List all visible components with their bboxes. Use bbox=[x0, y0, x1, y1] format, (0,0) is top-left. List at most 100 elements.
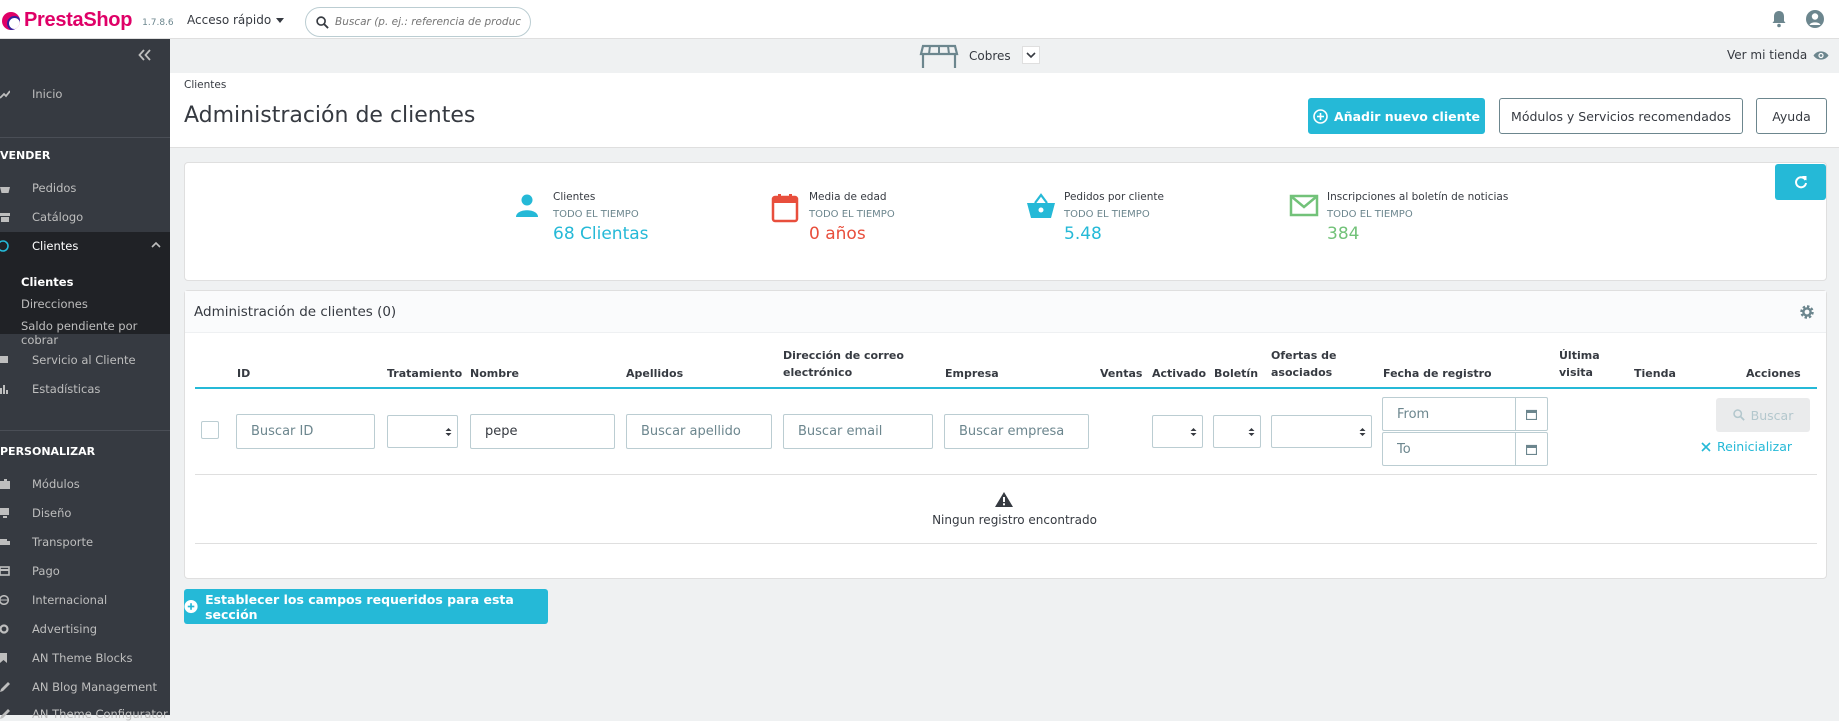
kpi-average-age[interactable]: Media de edad TODO EL TIEMPO 0 años bbox=[771, 191, 895, 244]
filter-company-input[interactable] bbox=[944, 414, 1089, 449]
breadcrumb[interactable]: Clientes bbox=[184, 79, 226, 91]
kpi-customers[interactable]: Clientes TODO EL TIEMPO 68 Clientas bbox=[515, 191, 649, 244]
sidebar-item-label: Inicio bbox=[32, 87, 63, 101]
filter-firstname-input[interactable] bbox=[470, 414, 615, 449]
pencil-icon bbox=[0, 708, 12, 720]
search-box[interactable] bbox=[305, 7, 531, 37]
chevron-up-icon bbox=[151, 241, 161, 248]
sidebar-item-label: Transporte bbox=[32, 535, 94, 549]
kpi-period: TODO EL TIEMPO bbox=[1064, 209, 1150, 220]
collapse-sidebar-icon[interactable] bbox=[138, 49, 152, 61]
col-header-date-add[interactable]: Fecha de registro bbox=[1383, 365, 1492, 382]
col-header-sales[interactable]: Ventas bbox=[1100, 365, 1142, 382]
kpi-value: 68 Clientas bbox=[553, 224, 649, 244]
search-input[interactable] bbox=[335, 16, 521, 28]
quick-access-dropdown[interactable]: Acceso rápido bbox=[187, 13, 285, 27]
date-to-input[interactable] bbox=[1383, 433, 1517, 465]
col-header-last-visit-line1: Última bbox=[1559, 349, 1600, 362]
sidebar-subitem-customers[interactable]: Clientes bbox=[21, 275, 73, 289]
filter-search-button[interactable]: Buscar bbox=[1716, 398, 1810, 432]
filter-date-to[interactable] bbox=[1382, 432, 1548, 466]
col-header-id[interactable]: ID bbox=[237, 365, 250, 382]
col-header-email[interactable]: Dirección de correo electrónico bbox=[783, 347, 904, 381]
kpi-newsletter[interactable]: Inscripciones al boletín de noticias TOD… bbox=[1289, 191, 1508, 244]
shopping-basket-icon bbox=[0, 182, 12, 194]
sidebar-item-home[interactable]: Inicio bbox=[0, 87, 62, 101]
kpi-period: TODO EL TIEMPO bbox=[1327, 209, 1413, 220]
sidebar-item-stats[interactable]: Estadísticas bbox=[0, 382, 100, 396]
select-arrows-icon bbox=[445, 428, 452, 436]
help-button[interactable]: Ayuda bbox=[1756, 98, 1827, 134]
calendar-icon[interactable] bbox=[1515, 398, 1547, 430]
gear-icon[interactable] bbox=[1799, 304, 1815, 320]
kpi-title: Clientes bbox=[553, 191, 596, 203]
header-underline bbox=[195, 387, 1817, 389]
sidebar: Inicio VENDER Pedidos Catálogo Clientes … bbox=[0, 39, 170, 721]
filter-active-select[interactable] bbox=[1152, 415, 1203, 448]
add-circle-icon bbox=[1313, 108, 1328, 124]
filter-optin-select[interactable] bbox=[1271, 415, 1372, 448]
filter-email-input[interactable] bbox=[783, 414, 933, 449]
kpi-value: 384 bbox=[1327, 224, 1360, 244]
filter-reset-button[interactable]: Reinicializar bbox=[1701, 439, 1792, 454]
col-header-active[interactable]: Activado bbox=[1152, 365, 1206, 382]
kpi-orders-per-customer[interactable]: Pedidos por cliente TODO EL TIEMPO 5.48 bbox=[1026, 191, 1164, 244]
sidebar-item-customers[interactable]: Clientes bbox=[0, 239, 170, 253]
select-all-checkbox[interactable] bbox=[201, 421, 219, 439]
sidebar-subitem-outstanding[interactable]: Saldo pendiente por cobrar bbox=[21, 319, 170, 347]
col-header-last-visit[interactable]: Última visita bbox=[1559, 347, 1600, 381]
select-arrows-icon bbox=[1359, 428, 1366, 436]
view-shop-link[interactable]: Ver mi tienda bbox=[1727, 48, 1829, 62]
sidebar-item-shipping[interactable]: Transporte bbox=[0, 535, 93, 549]
chevron-down-icon bbox=[1026, 51, 1036, 58]
user-account-icon[interactable] bbox=[1805, 9, 1825, 29]
sidebar-item-label: Pedidos bbox=[32, 181, 77, 195]
sidebar-subitem-addresses[interactable]: Direcciones bbox=[21, 297, 88, 311]
shop-selector-dropdown[interactable] bbox=[1022, 46, 1040, 64]
prestashop-logo[interactable]: PrestaShop 1.7.8.6 bbox=[2, 9, 174, 32]
filter-lastname-input[interactable] bbox=[626, 414, 772, 449]
desktop-icon bbox=[0, 507, 12, 519]
add-customer-button[interactable]: Añadir nuevo cliente bbox=[1308, 98, 1485, 134]
recommended-modules-button[interactable]: Módulos y Servicios recomendados bbox=[1499, 98, 1743, 134]
filter-title-select[interactable] bbox=[387, 415, 458, 448]
kpi-period: TODO EL TIEMPO bbox=[809, 209, 895, 220]
col-header-lastname[interactable]: Apellidos bbox=[626, 365, 683, 382]
sidebar-item-label: AN Theme Blocks bbox=[32, 651, 133, 665]
set-required-fields-button[interactable]: Establecer los campos requeridos para es… bbox=[184, 589, 548, 624]
notifications-bell-icon[interactable] bbox=[1771, 10, 1787, 28]
sidebar-divider bbox=[0, 137, 170, 138]
filter-id-input[interactable] bbox=[236, 414, 375, 449]
sidebar-item-international[interactable]: Internacional bbox=[0, 593, 107, 607]
sidebar-item-design[interactable]: Diseño bbox=[0, 506, 71, 520]
date-from-input[interactable] bbox=[1383, 398, 1517, 430]
kpi-refresh-button[interactable] bbox=[1775, 164, 1826, 200]
col-header-optin[interactable]: Ofertas de asociados bbox=[1271, 347, 1336, 381]
sidebar-item-an-theme-blocks[interactable]: AN Theme Blocks bbox=[0, 651, 133, 665]
col-header-shop[interactable]: Tienda bbox=[1634, 365, 1676, 382]
sidebar-item-an-blog[interactable]: AN Blog Management bbox=[0, 680, 157, 694]
sidebar-item-catalog[interactable]: Catálogo bbox=[0, 210, 83, 224]
sidebar-item-payment[interactable]: Pago bbox=[0, 564, 60, 578]
sidebar-item-label: Diseño bbox=[32, 506, 72, 520]
search-icon bbox=[316, 15, 329, 29]
sidebar-item-an-theme-config[interactable]: AN Theme Configurator bbox=[0, 707, 168, 721]
sidebar-item-customer-service[interactable]: Servicio al Cliente bbox=[0, 353, 136, 367]
col-header-title[interactable]: Tratamiento bbox=[387, 365, 462, 382]
sidebar-item-label: Internacional bbox=[32, 593, 108, 607]
col-header-company[interactable]: Empresa bbox=[945, 365, 999, 382]
filter-reset-label: Reinicializar bbox=[1717, 439, 1792, 454]
filter-newsletter-select[interactable] bbox=[1213, 415, 1261, 448]
col-header-newsletter[interactable]: Boletín bbox=[1214, 365, 1258, 382]
bar-chart-icon bbox=[0, 383, 12, 395]
calendar-icon[interactable] bbox=[1515, 433, 1547, 465]
filter-date-from[interactable] bbox=[1382, 397, 1548, 431]
globe-icon bbox=[0, 594, 12, 606]
sidebar-divider bbox=[0, 430, 170, 431]
sidebar-item-modules[interactable]: Módulos bbox=[0, 477, 80, 491]
sidebar-item-orders[interactable]: Pedidos bbox=[0, 181, 76, 195]
eye-icon bbox=[1813, 50, 1829, 60]
col-header-firstname[interactable]: Nombre bbox=[470, 365, 519, 382]
col-header-actions: Acciones bbox=[1746, 367, 1801, 380]
sidebar-item-advertising[interactable]: Advertising bbox=[0, 622, 97, 636]
